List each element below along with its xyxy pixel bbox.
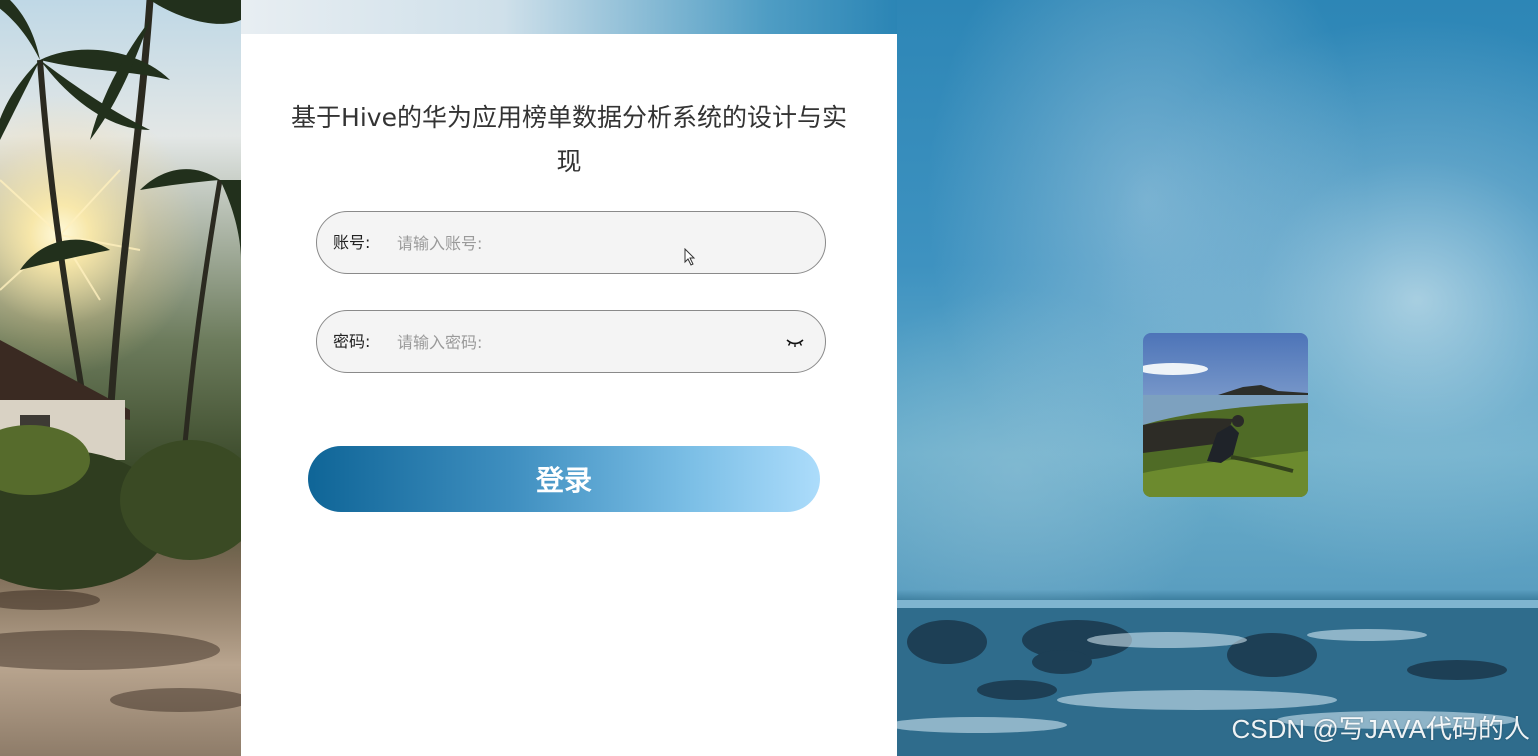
account-field: 账号: — [316, 211, 826, 274]
login-button[interactable]: 登录 — [308, 446, 820, 512]
account-input[interactable] — [395, 226, 779, 260]
mouse-cursor-icon — [684, 248, 696, 266]
palm-tree-scenery — [0, 0, 241, 712]
system-title: 基于Hive的华为应用榜单数据分析系统的设计与实现 — [291, 103, 847, 176]
csdn-watermark: CSDN @写JAVA代码的人 — [1231, 714, 1530, 744]
user-avatar-photo — [1143, 333, 1308, 497]
tropical-background — [0, 0, 241, 756]
password-input[interactable] — [395, 325, 779, 359]
login-card: 基于Hive的华为应用榜单数据分析系统的设计与实现 账号: 密码: 登录 — [241, 34, 897, 756]
top-sky-strip — [241, 0, 897, 34]
password-field: 密码: — [316, 310, 826, 373]
login-page: 基于Hive的华为应用榜单数据分析系统的设计与实现 账号: 密码: 登录 — [0, 0, 1538, 756]
password-label: 密码: — [333, 332, 371, 351]
eye-closed-icon[interactable] — [785, 333, 805, 351]
account-label: 账号: — [333, 233, 371, 252]
